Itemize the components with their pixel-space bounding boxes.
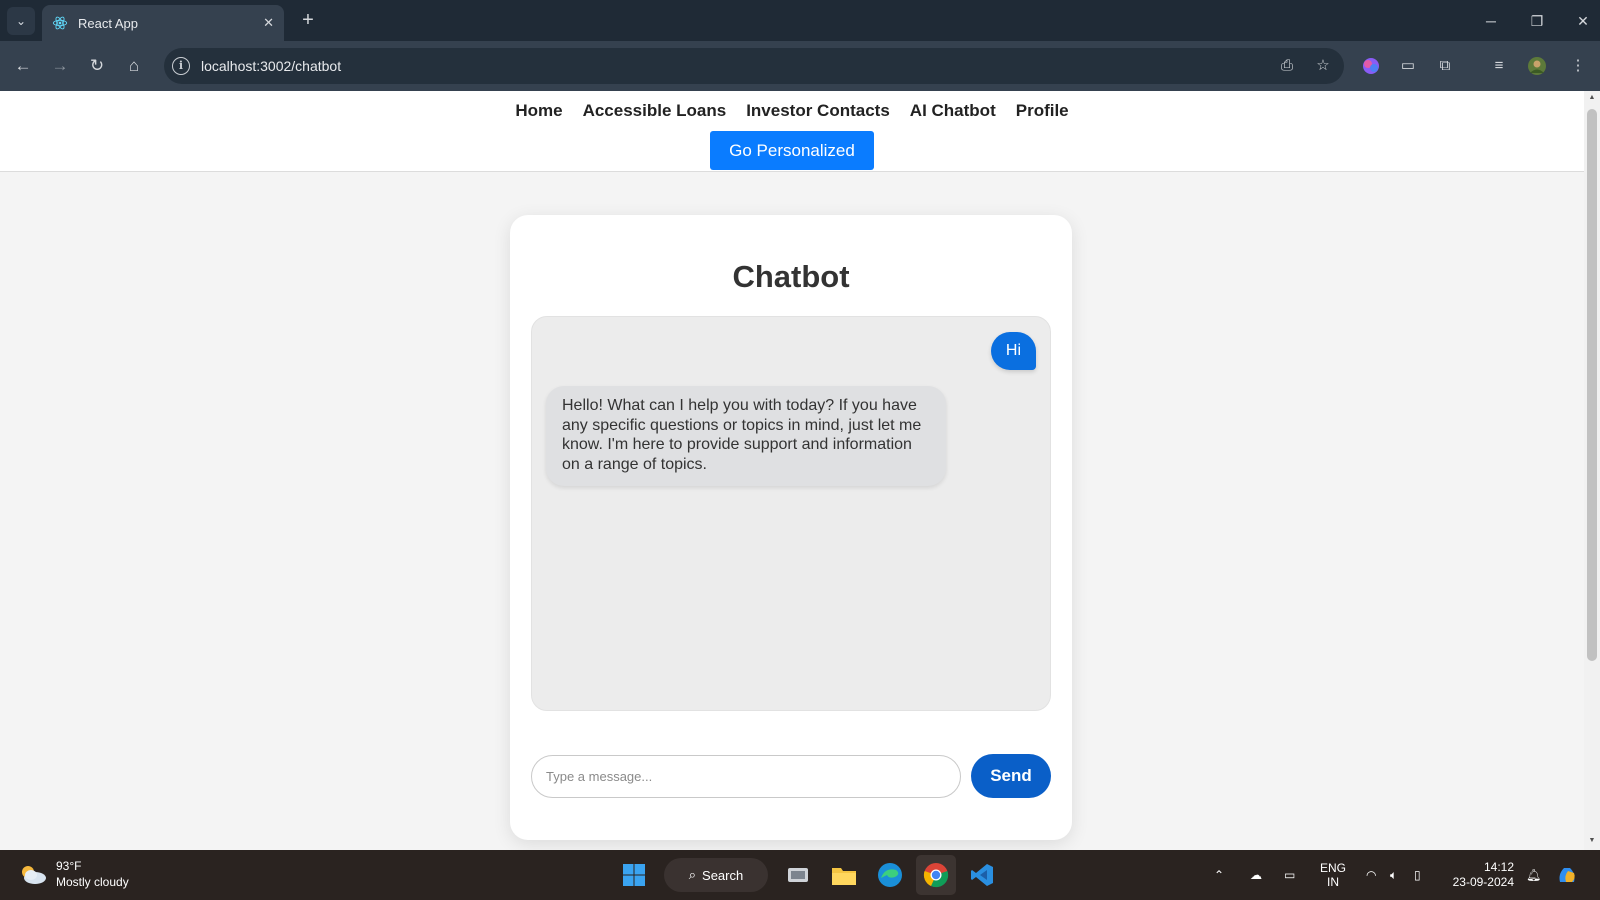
go-personalized-button[interactable]: Go Personalized	[710, 131, 874, 170]
restore-icon[interactable]: ❐	[1524, 8, 1550, 34]
browser-toolbar: ← → ↻ ⌂ i localhost:3002/chatbot ⎙ ☆ ▭ ⧉…	[0, 41, 1600, 91]
extension-card-icon[interactable]: ▭	[1395, 53, 1421, 79]
taskbar-apps: ⌕ Search	[614, 855, 1002, 895]
clock-date: 23-09-2024	[1452, 875, 1514, 889]
browser-menu-icon[interactable]: ⋮	[1565, 53, 1591, 79]
nav-home-link[interactable]: Home	[515, 101, 562, 121]
battery-icon[interactable]: ▯	[1414, 850, 1421, 900]
windows-taskbar: 93°F Mostly cloudy ⌕ Search ⌃ ☁ ▭ ENG IN…	[0, 850, 1600, 900]
browser-tab[interactable]: React App ✕	[42, 5, 284, 41]
nav-investor-contacts-link[interactable]: Investor Contacts	[746, 101, 890, 121]
onedrive-icon[interactable]: ☁	[1250, 850, 1262, 900]
tab-close-icon[interactable]: ✕	[263, 15, 274, 31]
window-close-icon[interactable]: ✕	[1570, 8, 1596, 34]
file-explorer-icon[interactable]	[824, 855, 864, 895]
reload-icon[interactable]: ↻	[84, 53, 110, 79]
weather-desc: Mostly cloudy	[56, 875, 129, 889]
clock-time: 14:12	[1483, 860, 1514, 874]
weather-temp: 93°F	[56, 859, 82, 873]
region-code: IN	[1327, 875, 1339, 889]
scrollbar-thumb[interactable]	[1587, 109, 1597, 661]
nav-accessible-loans-link[interactable]: Accessible Loans	[583, 101, 727, 121]
home-icon[interactable]: ⌂	[121, 53, 147, 79]
user-message: Hi	[990, 332, 1036, 370]
tab-search-button[interactable]: ⌄	[7, 7, 35, 35]
chatbot-card: Chatbot Hi Hello! What can I help you wi…	[510, 215, 1072, 840]
extension-colorful-icon[interactable]	[1358, 53, 1384, 79]
windows-start-icon[interactable]	[614, 855, 654, 895]
lang-code: ENG	[1320, 861, 1347, 875]
address-url: localhost:3002/chatbot	[201, 58, 342, 74]
weather-widget[interactable]: 93°F Mostly cloudy	[18, 858, 129, 890]
extensions-puzzle-icon[interactable]: ⧉	[1432, 53, 1458, 79]
chat-messages-area[interactable]: Hi Hello! What can I help you with today…	[531, 316, 1051, 711]
search-icon: ⌕	[688, 867, 697, 882]
nav-profile-link[interactable]: Profile	[1016, 101, 1069, 121]
site-info-icon[interactable]: i	[172, 57, 190, 75]
keyboard-layout-icon[interactable]: ▭	[1284, 850, 1295, 900]
volume-icon[interactable]: 🔈︎	[1390, 850, 1397, 900]
minimize-icon[interactable]: ─	[1478, 8, 1504, 34]
site-navbar: Home Accessible Loans Investor Contacts …	[0, 91, 1584, 172]
tray-overflow-chevron-icon[interactable]: ⌃	[1214, 850, 1224, 900]
back-arrow-icon[interactable]: ←	[10, 53, 36, 79]
nav-ai-chatbot-link[interactable]: AI Chatbot	[910, 101, 996, 121]
address-bar[interactable]: i localhost:3002/chatbot ⎙ ☆	[164, 48, 1344, 84]
tab-title: React App	[78, 15, 138, 31]
profile-avatar[interactable]	[1524, 53, 1550, 79]
edge-browser-icon[interactable]	[870, 855, 910, 895]
forward-arrow-icon[interactable]: →	[47, 53, 73, 79]
taskbar-search-label: Search	[702, 867, 744, 883]
vscode-icon[interactable]	[962, 855, 1002, 895]
bookmark-star-icon[interactable]: ☆	[1312, 55, 1334, 77]
react-logo-icon	[52, 16, 68, 30]
web-page: Home Accessible Loans Investor Contacts …	[0, 91, 1584, 850]
task-view-icon[interactable]	[778, 855, 818, 895]
new-tab-button[interactable]: +	[296, 9, 320, 33]
nav-links: Home Accessible Loans Investor Contacts …	[0, 101, 1584, 121]
page-scrollbar[interactable]: ▲ ▼	[1584, 91, 1600, 850]
scroll-up-arrow-icon[interactable]: ▲	[1584, 94, 1600, 101]
scroll-down-arrow-icon[interactable]: ▼	[1584, 837, 1600, 844]
wifi-icon[interactable]: ◠	[1366, 850, 1376, 900]
install-app-icon[interactable]: ⎙	[1276, 55, 1298, 77]
message-input[interactable]	[531, 755, 961, 798]
notifications-icon[interactable]: 🔔︎	[1526, 850, 1541, 900]
chatbot-title: Chatbot	[732, 259, 850, 294]
send-button[interactable]: Send	[971, 754, 1051, 798]
browser-tab-bar: ⌄ React App ✕ + ─ ❐ ✕	[0, 0, 1600, 41]
media-control-icon[interactable]: ≡	[1486, 53, 1512, 79]
cloud-sun-icon	[22, 866, 46, 884]
chrome-browser-icon[interactable]	[916, 855, 956, 895]
clock[interactable]: 14:12 23-09-2024	[1448, 850, 1514, 900]
copilot-icon[interactable]	[1556, 850, 1578, 900]
language-indicator[interactable]: ENG IN	[1320, 850, 1346, 900]
bot-message: Hello! What can I help you with today? I…	[546, 386, 946, 486]
taskbar-search-button[interactable]: ⌕ Search	[664, 858, 768, 892]
